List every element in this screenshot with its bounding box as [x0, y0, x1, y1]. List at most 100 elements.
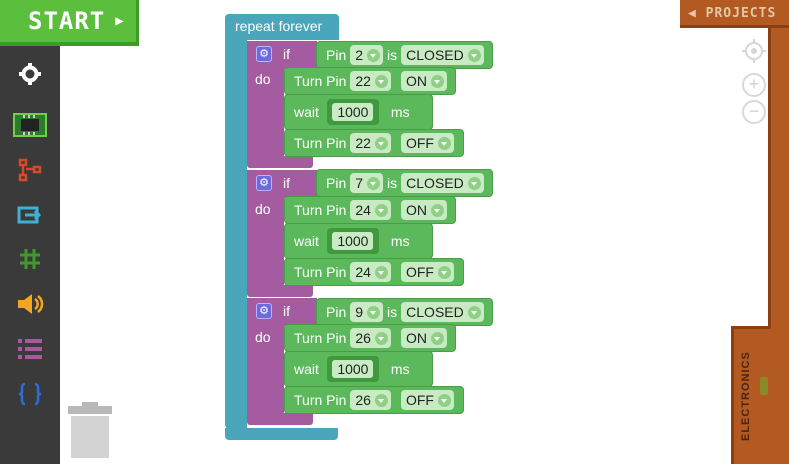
loops-category[interactable]: [0, 197, 60, 233]
is-label: is: [387, 175, 398, 191]
wait-label: wait: [294, 104, 319, 120]
repeat-forever-arm: [225, 38, 247, 430]
if-label: if: [283, 303, 290, 319]
pin-value: 22: [355, 135, 371, 151]
state-dropdown[interactable]: OFF: [400, 262, 454, 282]
state-value: OFF: [405, 135, 434, 151]
wait-block[interactable]: wait 1000 ms: [284, 351, 433, 387]
chevron-down-icon: [374, 393, 388, 407]
loop-icon: [17, 206, 42, 224]
turn-pin-on-block[interactable]: Turn Pin 26 ON: [284, 324, 456, 352]
state-value: ON: [405, 330, 427, 346]
turn-pin-on-block[interactable]: Turn Pin 24 ON: [284, 196, 456, 224]
functions-category[interactable]: [0, 376, 60, 412]
state-dropdown[interactable]: OFF: [400, 390, 454, 410]
turn-pin-label: Turn Pin: [294, 135, 347, 151]
do-label: do: [255, 201, 271, 217]
wait-block[interactable]: wait 1000 ms: [284, 94, 433, 130]
chevron-down-icon: [374, 74, 388, 88]
board-category[interactable]: [0, 107, 60, 143]
pin-condition-block[interactable]: Pin 7 is CLOSED: [316, 169, 493, 197]
wait-block[interactable]: wait 1000 ms: [284, 223, 433, 259]
chevron-left-icon: ◀: [688, 6, 697, 21]
pin-value: 9: [355, 304, 364, 320]
state-value: ON: [405, 73, 427, 89]
board-chip-icon: [13, 113, 47, 137]
turn-pin-label: Turn Pin: [294, 330, 347, 346]
pin-dropdown[interactable]: 7: [350, 173, 384, 193]
electronics-tab[interactable]: ELECTRONICS: [731, 326, 771, 464]
side-panel-rail: [768, 28, 789, 464]
chevron-down-icon: [374, 203, 388, 217]
repeat-forever-foot: [225, 428, 338, 440]
start-button[interactable]: START ▶: [0, 0, 139, 46]
chevron-down-icon: [374, 331, 388, 345]
pin-condition-block[interactable]: Pin 2 is CLOSED: [316, 41, 493, 69]
turn-pin-off-block[interactable]: Turn Pin 22 OFF: [284, 129, 464, 157]
state-value: CLOSED: [406, 175, 464, 191]
pin-condition-block[interactable]: Pin 9 is CLOSED: [316, 298, 493, 326]
branch-icon: [18, 158, 42, 182]
turn-pin-label: Turn Pin: [294, 73, 347, 89]
chevron-down-icon: [430, 203, 444, 217]
pin-dropdown[interactable]: 26: [350, 328, 391, 348]
wait-label: wait: [294, 361, 319, 377]
pin-value: 24: [355, 202, 371, 218]
state-dropdown[interactable]: ON: [400, 328, 447, 348]
state-dropdown[interactable]: OFF: [400, 133, 454, 153]
chevron-down-icon: [467, 176, 481, 190]
pin-label: Pin: [326, 175, 347, 191]
pin-value: 26: [355, 392, 371, 408]
pin-dropdown[interactable]: 22: [350, 133, 391, 153]
logic-category[interactable]: [0, 152, 60, 188]
zoom-in-icon[interactable]: +: [742, 73, 766, 97]
turn-pin-label: Turn Pin: [294, 202, 347, 218]
pin-label: Pin: [326, 47, 347, 63]
state-dropdown[interactable]: CLOSED: [401, 45, 484, 65]
wait-ms-value: 1000: [332, 360, 374, 378]
repeat-forever-block[interactable]: repeat forever: [225, 14, 339, 40]
mutator-gear-icon[interactable]: ⚙: [256, 46, 272, 62]
state-dropdown[interactable]: CLOSED: [401, 302, 484, 322]
turn-pin-label: Turn Pin: [294, 392, 347, 408]
wait-ms-value: 1000: [332, 232, 374, 250]
pin-value: 2: [355, 47, 364, 63]
pin-dropdown[interactable]: 9: [350, 302, 384, 322]
turn-pin-off-block[interactable]: Turn Pin 26 OFF: [284, 386, 464, 414]
chevron-down-icon: [430, 331, 444, 345]
sound-category[interactable]: [0, 286, 60, 322]
pin-dropdown[interactable]: 24: [350, 200, 391, 220]
chevron-down-icon: [437, 265, 451, 279]
number-input[interactable]: 1000: [326, 99, 379, 125]
pin-value: 22: [355, 73, 371, 89]
pin-dropdown[interactable]: 2: [350, 45, 384, 65]
number-input[interactable]: 1000: [326, 356, 379, 382]
mutator-gear-icon[interactable]: ⚙: [256, 303, 272, 319]
turn-pin-off-block[interactable]: Turn Pin 24 OFF: [284, 258, 464, 286]
do-label: do: [255, 71, 271, 87]
pin-dropdown[interactable]: 26: [350, 390, 391, 410]
settings-category[interactable]: [0, 56, 60, 92]
recenter-icon[interactable]: [741, 38, 767, 64]
state-dropdown[interactable]: ON: [400, 71, 447, 91]
pin-dropdown[interactable]: 22: [350, 71, 391, 91]
repeat-forever-label: repeat forever: [235, 18, 323, 34]
state-dropdown[interactable]: ON: [400, 200, 447, 220]
zoom-out-icon[interactable]: −: [742, 100, 766, 124]
wait-label: wait: [294, 233, 319, 249]
speaker-icon: [18, 294, 44, 314]
pin-value: 24: [355, 264, 371, 280]
math-category[interactable]: [0, 241, 60, 277]
number-input[interactable]: 1000: [326, 228, 379, 254]
state-dropdown[interactable]: CLOSED: [401, 173, 484, 193]
state-value: CLOSED: [406, 47, 464, 63]
lists-category[interactable]: [0, 331, 60, 367]
trash-icon[interactable]: [68, 402, 112, 458]
pin-label: Pin: [326, 304, 347, 320]
pin-dropdown[interactable]: 24: [350, 262, 391, 282]
mutator-gear-icon[interactable]: ⚙: [256, 175, 272, 191]
chevron-down-icon: [374, 265, 388, 279]
is-label: is: [387, 47, 398, 63]
projects-tab[interactable]: ◀ PROJECTS: [680, 0, 789, 28]
turn-pin-on-block[interactable]: Turn Pin 22 ON: [284, 67, 456, 95]
